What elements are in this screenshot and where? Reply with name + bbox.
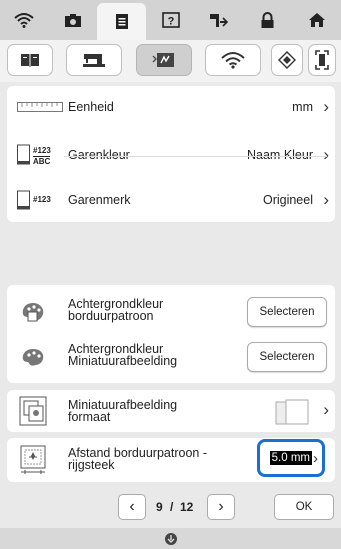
- unit-value: mm: [292, 100, 313, 114]
- distance-field[interactable]: 5.0 mm ›: [257, 439, 325, 477]
- settings-card: Eenheid mm › #123 ABC Garenkleur Naam Kl…: [7, 86, 335, 222]
- distance-label-2: rijgsteek: [68, 458, 115, 472]
- chevron-right-icon: ›: [323, 190, 329, 209]
- thread-brand-icon-text: #123: [33, 195, 51, 204]
- tab-document[interactable]: [97, 3, 147, 40]
- chevron-right-icon: ›: [323, 97, 329, 116]
- thumbnail-size-card[interactable]: Miniatuurafbeelding formaat ›: [7, 390, 335, 432]
- unit-label: Eenheid: [68, 100, 114, 114]
- thumbnail-size-label-2: formaat: [68, 410, 111, 424]
- embroidery-bg-text: Achtergrondkleur borduurpatroon: [68, 298, 163, 323]
- home-icon: [308, 13, 325, 27]
- tab-machine[interactable]: [195, 0, 244, 40]
- tab-wifi[interactable]: [0, 0, 49, 40]
- subtab-diamond[interactable]: [271, 44, 303, 76]
- thread-color-icon-top: #123: [33, 146, 51, 155]
- page-separator: /: [170, 500, 174, 514]
- subtab-embroidery[interactable]: [136, 44, 192, 76]
- bottom-bar: [0, 528, 341, 549]
- subtab-wifi[interactable]: [205, 44, 261, 76]
- embroidery-bg-row: Achtergrondkleur borduurpatroon Selecter…: [7, 293, 335, 331]
- chevron-left-icon: ‹: [129, 498, 135, 515]
- distance-text: Afstand borduurpatroon - rijgsteek: [68, 447, 207, 472]
- thumbnail-icon: [19, 396, 47, 426]
- palette-icon: [22, 349, 44, 366]
- subtab-book[interactable]: [7, 44, 53, 76]
- previous-page-button[interactable]: ‹: [118, 494, 146, 520]
- thumbnail-size-text: Miniatuurafbeelding formaat: [68, 399, 177, 424]
- thread-color-label: Garenkleur: [68, 148, 130, 162]
- tab-home[interactable]: [292, 0, 341, 40]
- embroidery-icon: [152, 53, 174, 67]
- thread-color-icon-bottom: ABC: [33, 156, 51, 166]
- chevron-right-icon: ›: [323, 145, 329, 164]
- subtab-frame[interactable]: [308, 44, 336, 76]
- pager: ‹ 9 / 12 › OK: [0, 488, 341, 528]
- subtab-sewing[interactable]: [66, 44, 122, 76]
- thread-color-row[interactable]: #123 ABC Garenkleur Naam Kleur ›: [7, 134, 335, 176]
- needle-position-icon[interactable]: [164, 532, 178, 546]
- lock-icon: [261, 11, 274, 28]
- thumb-bg-row: Achtergrondkleur Miniatuurafbeelding Sel…: [7, 337, 335, 377]
- camera-icon: [65, 13, 82, 27]
- thumb-bg-text: Achtergrondkleur Miniatuurafbeelding: [68, 343, 178, 368]
- machine-icon: [210, 14, 229, 27]
- wifi-icon: [221, 52, 245, 69]
- ok-button[interactable]: OK: [274, 494, 334, 520]
- frame-icon: [315, 50, 329, 70]
- document-icon: [115, 14, 128, 29]
- sewing-machine-icon: [83, 54, 105, 67]
- thumb-bg-label-2: Miniatuurafbeelding: [68, 354, 178, 368]
- ruler-icon: [17, 102, 63, 112]
- select-thumb-bg-button[interactable]: Selecteren: [247, 342, 327, 372]
- chevron-right-icon: ›: [218, 498, 224, 515]
- background-card: Achtergrondkleur borduurpatroon Selecter…: [7, 285, 335, 383]
- wifi-icon: [14, 13, 35, 28]
- top-tab-bar: ?: [0, 0, 341, 40]
- diamond-icon: [278, 51, 296, 69]
- divider: [64, 156, 327, 157]
- next-page-button[interactable]: ›: [207, 494, 235, 520]
- thread-brand-row[interactable]: #123 Garenmerk Origineel ›: [7, 182, 335, 218]
- unit-row[interactable]: Eenheid mm ›: [7, 86, 335, 128]
- tab-camera[interactable]: [49, 0, 98, 40]
- chevron-right-icon: ›: [323, 400, 329, 419]
- embroidery-frame-icon: [20, 445, 46, 474]
- thread-color-value: Naam Kleur: [247, 148, 313, 162]
- help-icon: ?: [161, 12, 180, 28]
- page-current: 9: [156, 500, 163, 514]
- sub-tab-bar: [0, 40, 341, 82]
- svg-text:?: ?: [167, 16, 174, 28]
- palette-icon: [22, 303, 44, 322]
- select-embroidery-bg-button[interactable]: Selecteren: [247, 297, 327, 327]
- distance-value: 5.0 mm: [269, 451, 312, 465]
- thread-brand-value: Origineel: [262, 193, 313, 207]
- thread-brand-icon: [17, 190, 30, 210]
- distance-card: Afstand borduurpatroon - rijgsteek 5.0 m…: [7, 438, 335, 482]
- thumbnail-size-preview-icon: [275, 399, 309, 425]
- thread-brand-label: Garenmerk: [68, 193, 131, 207]
- tab-lock[interactable]: [244, 0, 293, 40]
- tab-help[interactable]: ?: [146, 0, 195, 40]
- book-icon: [21, 54, 39, 67]
- embroidery-bg-label-2: borduurpatroon: [68, 309, 154, 323]
- chevron-right-icon: ›: [313, 449, 318, 467]
- page-total: 12: [180, 500, 194, 514]
